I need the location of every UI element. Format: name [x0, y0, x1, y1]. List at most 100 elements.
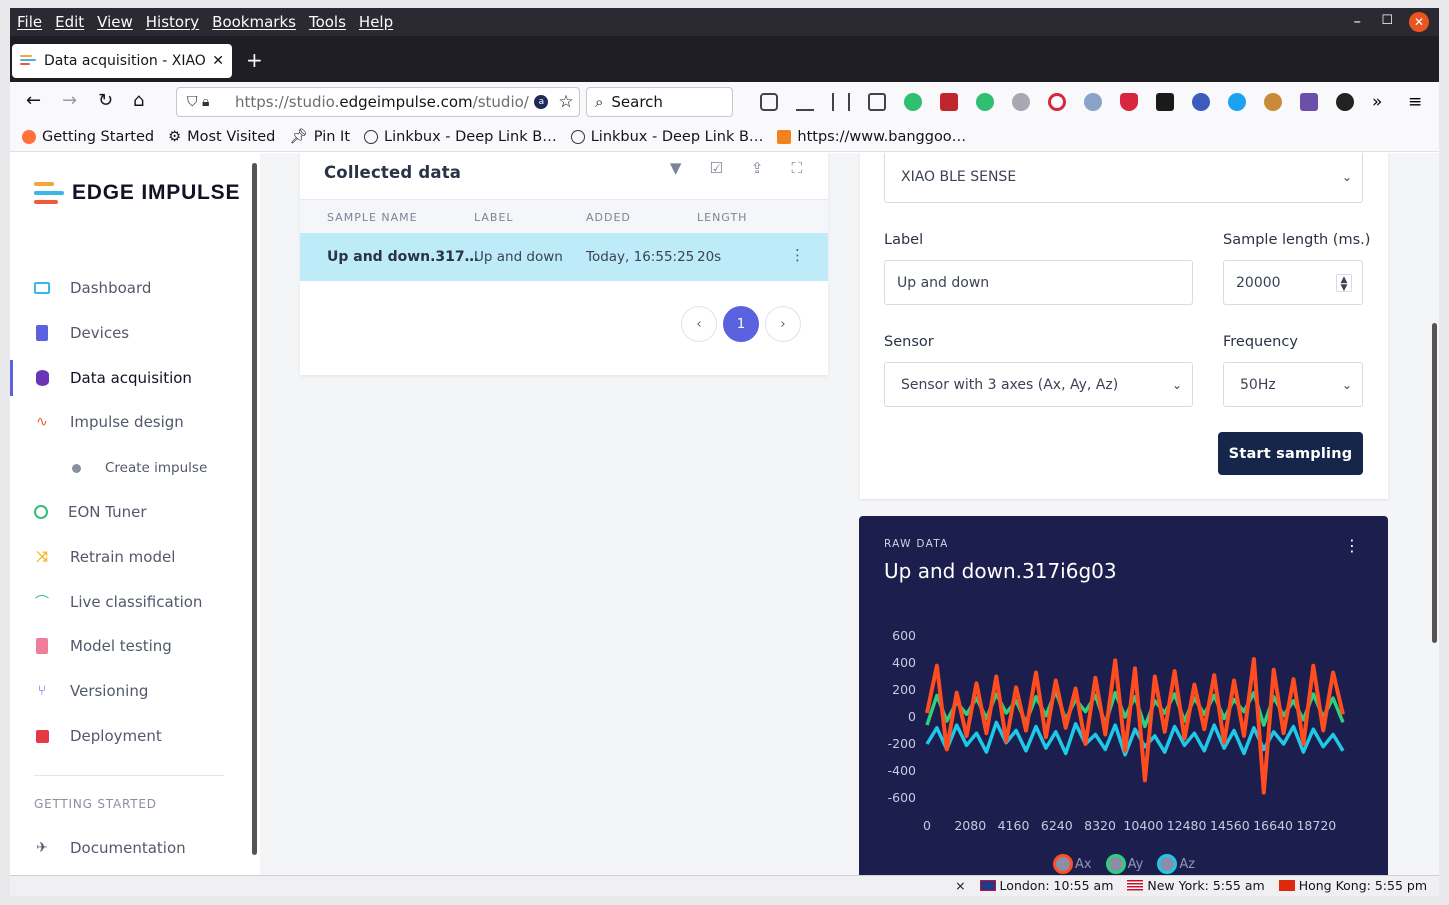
menu-bookmarks[interactable]: Bookmarks: [212, 13, 296, 31]
kebab-menu-icon[interactable]: ⋮: [1344, 536, 1360, 555]
sidebar-icon[interactable]: [868, 93, 886, 111]
filter-icon[interactable]: ▼: [670, 159, 682, 177]
column-added[interactable]: ADDED: [586, 211, 631, 224]
sample-length: 20s: [697, 249, 722, 265]
edge-impulse-logo[interactable]: EDGE IMPULSE: [34, 181, 240, 205]
bookmark-most-visited[interactable]: ⚙ Most Visited: [168, 129, 275, 145]
link-extension-icon[interactable]: [1084, 93, 1102, 111]
frequency-select[interactable]: 50Hz ⌄: [1223, 362, 1363, 407]
number-stepper-icon[interactable]: ▲ ▼: [1336, 273, 1352, 292]
sensor-select[interactable]: Sensor with 3 axes (Ax, Ay, Az) ⌄: [884, 362, 1193, 407]
label-input[interactable]: Up and down: [884, 260, 1193, 305]
monkey-extension-icon[interactable]: [1264, 93, 1282, 111]
twitter-icon[interactable]: [1228, 93, 1246, 111]
feather-extension-icon[interactable]: [1336, 93, 1354, 111]
sidebar-item-deployment[interactable]: Deployment: [10, 718, 260, 754]
collected-data-card: Collected data ▼ ☑ ⇪ ⛶ SAMPLE NAME LABEL…: [300, 153, 828, 375]
sidebar: EDGE IMPULSE Dashboard Devices Data acqu…: [10, 153, 260, 875]
start-sampling-button[interactable]: Start sampling: [1218, 432, 1363, 475]
bookmark-pin-it[interactable]: 📌︎ Pin It: [289, 128, 350, 146]
menu-edit[interactable]: Edit: [55, 13, 84, 31]
forward-icon[interactable]: →: [62, 90, 77, 111]
maximize-icon[interactable]: ☐: [1381, 13, 1393, 28]
reload-icon[interactable]: ↻: [98, 90, 113, 111]
pdf-extension-icon[interactable]: [940, 93, 958, 111]
clock-close-icon[interactable]: ×: [955, 878, 965, 893]
sidebar-section-heading: GETTING STARTED: [34, 797, 157, 811]
legend-item-ax[interactable]: Ax: [1053, 854, 1092, 874]
upload-icon[interactable]: ⇪: [751, 159, 764, 177]
column-sample-name[interactable]: SAMPLE NAME: [327, 211, 418, 224]
h-extension-icon[interactable]: [1156, 93, 1174, 111]
menu-file[interactable]: File: [17, 13, 42, 31]
menu-tools[interactable]: Tools: [309, 13, 346, 31]
block-extension-icon[interactable]: [1048, 93, 1066, 111]
y-tick-label: -600: [888, 790, 916, 805]
menu-help[interactable]: Help: [359, 13, 393, 31]
expand-icon[interactable]: ⛶: [791, 159, 802, 177]
flag-extension-icon[interactable]: [1300, 93, 1318, 111]
earth-extension-icon[interactable]: [1192, 93, 1210, 111]
legend-item-ay[interactable]: Ay: [1105, 854, 1143, 874]
bookmark-linkbux-1[interactable]: Linkbux - Deep Link B…: [364, 129, 557, 145]
row-kebab-menu-icon[interactable]: ⋮: [790, 246, 805, 264]
bookmark-star-icon[interactable]: ☆: [558, 92, 573, 112]
tracking-shield-icon[interactable]: ⛉ 🔒︎: [177, 94, 235, 110]
ublock-icon[interactable]: [1120, 93, 1138, 111]
window-close-icon[interactable]: ✕: [1409, 12, 1429, 32]
tab-data-acquisition[interactable]: Data acquisition - XIAO BLE SENSE - Edge…: [12, 44, 232, 78]
select-checkbox-icon[interactable]: ☑: [709, 159, 722, 177]
menu-view[interactable]: View: [97, 13, 133, 31]
downloads-icon[interactable]: [796, 93, 814, 111]
pager-prev-button[interactable]: ‹: [681, 306, 717, 342]
globe-extension-icon[interactable]: [1012, 93, 1030, 111]
sidebar-item-data-acquisition[interactable]: Data acquisition: [10, 360, 260, 396]
minimize-icon[interactable]: –: [1354, 12, 1362, 30]
pager-next-button[interactable]: ›: [765, 306, 801, 342]
sidebar-item-eon-tuner[interactable]: EON Tuner: [10, 494, 260, 530]
device-select[interactable]: XIAO BLE SENSE ⌄: [884, 153, 1363, 203]
page-scrollbar[interactable]: [1432, 323, 1437, 643]
sample-length-title: Sample length (ms.): [1223, 232, 1371, 248]
column-label[interactable]: LABEL: [474, 211, 514, 224]
url-bar[interactable]: ⛉ 🔒︎ https://studio.edgeimpulse.com/stud…: [176, 87, 580, 117]
grammarly-icon[interactable]: [904, 93, 922, 111]
sidebar-item-versioning[interactable]: ⑂ Versioning: [10, 673, 260, 709]
sidebar-item-model-testing[interactable]: Model testing: [10, 628, 260, 664]
sidebar-item-documentation[interactable]: ✈ Documentation: [10, 830, 260, 866]
chat-extension-icon[interactable]: [976, 93, 994, 111]
sidebar-item-live-classification[interactable]: ⌒ Live classification: [10, 584, 260, 620]
bookmark-getting-started[interactable]: Getting Started: [22, 129, 154, 145]
sidebar-subitem-create-impulse[interactable]: Create impulse: [72, 460, 207, 476]
x-tick-label: 12480: [1167, 818, 1207, 833]
sample-length-input[interactable]: 20000 ▲ ▼: [1223, 260, 1363, 305]
library-icon[interactable]: [832, 93, 850, 111]
back-icon[interactable]: ←: [26, 90, 41, 111]
sidebar-item-retrain-model[interactable]: ⤨ Retrain model: [10, 539, 260, 575]
overflow-chevron-icon[interactable]: »: [1372, 93, 1390, 111]
search-box[interactable]: ⌕ Search: [586, 87, 733, 117]
home-icon[interactable]: ⌂: [133, 90, 144, 111]
reader-extension-icon[interactable]: a: [534, 95, 549, 109]
clock-hong-kong: Hong Kong: 5:55 pm: [1278, 878, 1427, 893]
bookmark-banggood[interactable]: https://www.banggoo…: [777, 129, 966, 145]
new-tab-button[interactable]: +: [246, 48, 263, 72]
menu-history[interactable]: History: [146, 13, 199, 31]
pocket-icon[interactable]: [760, 93, 778, 111]
globe-icon: [570, 129, 585, 144]
column-length[interactable]: LENGTH: [697, 211, 747, 224]
sidebar-item-dashboard[interactable]: Dashboard: [10, 270, 260, 306]
sidebar-item-impulse-design[interactable]: ∿ Impulse design: [10, 404, 260, 440]
sidebar-scrollbar[interactable]: [252, 163, 257, 855]
search-icon: ⌕: [595, 93, 604, 111]
chevron-down-icon: ⌄: [1341, 377, 1352, 392]
hamburger-menu-icon[interactable]: ≡: [1408, 93, 1426, 111]
legend-item-az[interactable]: Az: [1157, 854, 1195, 874]
bookmark-linkbux-2[interactable]: Linkbux - Deep Link B…: [570, 129, 763, 145]
sidebar-item-devices[interactable]: Devices: [10, 315, 260, 351]
tab-close-icon[interactable]: ✕: [212, 53, 224, 69]
url-text: https://studio.edgeimpulse.com/studio/: [235, 93, 529, 111]
sidebar-divider: [34, 775, 224, 776]
pager-page-button[interactable]: 1: [723, 306, 759, 342]
table-row[interactable]: Up and down.317… Up and down Today, 16:5…: [300, 233, 828, 281]
